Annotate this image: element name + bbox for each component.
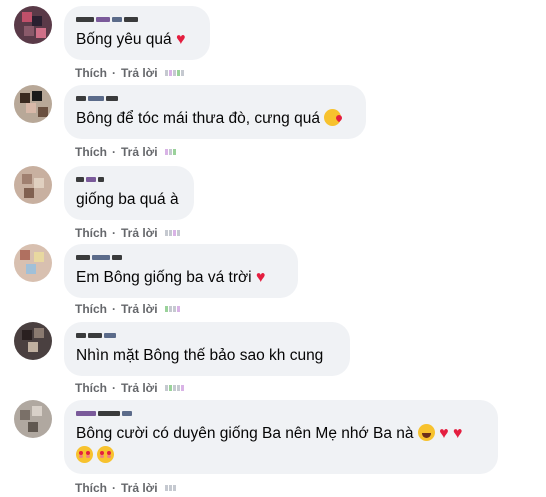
red-heart-icon: ♥ bbox=[439, 425, 449, 442]
comment-text: Bông để tóc mái thưa đò, cưng quá bbox=[76, 109, 342, 129]
reply-link[interactable]: Trả lời bbox=[121, 381, 158, 395]
kiss-emoji-icon bbox=[324, 109, 342, 126]
comment-bubble: giống ba quá à bbox=[64, 166, 194, 220]
smiling-hearts-emoji-icon bbox=[97, 446, 115, 463]
timestamp[interactable] bbox=[164, 230, 180, 236]
timestamp[interactable] bbox=[164, 70, 184, 76]
comment-bubble: Em Bông giống ba vá trời ♥ bbox=[64, 244, 298, 298]
avatar[interactable] bbox=[14, 166, 52, 204]
timestamp[interactable] bbox=[164, 485, 176, 491]
red-heart-icon: ♥ bbox=[175, 31, 186, 48]
timestamp[interactable] bbox=[164, 385, 184, 391]
comment-bubble: Bống yêu quá ♥ bbox=[64, 6, 210, 60]
like-link[interactable]: Thích bbox=[75, 66, 107, 80]
commenter-name[interactable] bbox=[76, 406, 132, 416]
like-link[interactable]: Thích bbox=[75, 481, 107, 495]
commenter-name[interactable] bbox=[76, 328, 116, 338]
red-heart-icon: ♥ bbox=[452, 425, 463, 442]
comment-actions: Thích · Trả lời bbox=[75, 226, 180, 240]
like-link[interactable]: Thích bbox=[75, 145, 107, 159]
comment-text: Nhìn mặt Bông thế bảo sao kh cung bbox=[76, 347, 324, 364]
reply-link[interactable]: Trả lời bbox=[121, 226, 158, 240]
reply-link[interactable]: Trả lời bbox=[121, 145, 158, 159]
comment-text: Bông cười có duyên giống Ba nên Mẹ nhớ B… bbox=[76, 424, 463, 442]
red-heart-icon: ♥ bbox=[255, 269, 266, 286]
commenter-name[interactable] bbox=[76, 12, 138, 22]
comment-actions: Thích · Trả lời bbox=[75, 381, 184, 395]
commenter-name[interactable] bbox=[76, 91, 118, 101]
avatar[interactable] bbox=[14, 85, 52, 123]
like-link[interactable]: Thích bbox=[75, 226, 107, 240]
comment-actions: Thích · Trả lời bbox=[75, 481, 176, 495]
avatar[interactable] bbox=[14, 244, 52, 282]
comment-text: giống ba quá à bbox=[76, 191, 179, 208]
comment-bubble: Bông để tóc mái thưa đò, cưng quá bbox=[64, 85, 366, 139]
comment-actions: Thích · Trả lời bbox=[75, 302, 180, 316]
avatar[interactable] bbox=[14, 400, 52, 438]
avatar[interactable] bbox=[14, 6, 52, 44]
timestamp[interactable] bbox=[164, 306, 180, 312]
reply-link[interactable]: Trả lời bbox=[121, 481, 158, 495]
reply-link[interactable]: Trả lời bbox=[121, 302, 158, 316]
comment-actions: Thích · Trả lời bbox=[75, 145, 176, 159]
commenter-name[interactable] bbox=[76, 250, 122, 260]
comment-bubble: Nhìn mặt Bông thế bảo sao kh cung bbox=[64, 322, 350, 376]
comment-actions: Thích · Trả lời bbox=[75, 66, 184, 80]
reply-link[interactable]: Trả lời bbox=[121, 66, 158, 80]
commenter-name[interactable] bbox=[76, 172, 104, 182]
comment-bubble: Bông cười có duyên giống Ba nên Mẹ nhớ B… bbox=[64, 400, 498, 474]
smiling-hearts-emoji-icon bbox=[76, 446, 93, 463]
avatar[interactable] bbox=[14, 322, 52, 360]
comment-text: Em Bông giống ba vá trời ♥ bbox=[76, 269, 266, 286]
timestamp[interactable] bbox=[164, 149, 176, 155]
comment-text: Bống yêu quá ♥ bbox=[76, 31, 186, 48]
like-link[interactable]: Thích bbox=[75, 302, 107, 316]
comment-text-line-2 bbox=[76, 446, 115, 466]
like-link[interactable]: Thích bbox=[75, 381, 107, 395]
laughing-emoji-icon bbox=[417, 424, 435, 441]
